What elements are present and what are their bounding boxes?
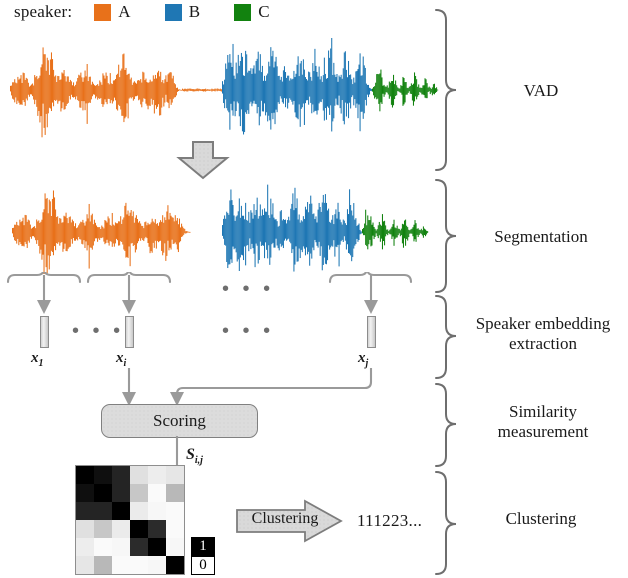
waveform-segment-c [362, 209, 429, 250]
legend-label-c: C [258, 2, 270, 21]
matrix-cell [112, 556, 130, 574]
legend-item-b: B [164, 2, 201, 22]
embedding-ellipsis-right: • • • [222, 320, 275, 342]
stage-label-segmentation: Segmentation [494, 227, 588, 246]
matrix-cell [112, 466, 130, 484]
scoring-label: Scoring [153, 411, 206, 430]
clustering-output-sequence: 111223... [357, 511, 423, 530]
legend-swatch-a [94, 3, 112, 21]
matrix-cell [76, 466, 94, 484]
waveform-segment-b [222, 38, 373, 135]
matrix-cell [166, 520, 184, 538]
matrix-cell [130, 502, 148, 520]
matrix-cell [76, 520, 94, 538]
matrix-cell [130, 556, 148, 574]
matrix-cell [130, 484, 148, 502]
waveform-raw [0, 38, 446, 142]
legend-item-a: A [94, 2, 131, 22]
waveform-segment-a [12, 190, 191, 275]
matrix-cell [94, 520, 112, 538]
colorbar-high: 1 [191, 537, 215, 556]
stage-label-similarity: Similarity measurement [458, 402, 628, 442]
legend-item-c: C [234, 2, 270, 22]
matrix-cell [76, 484, 94, 502]
embedding-ellipsis-left: • • • [72, 320, 125, 342]
matrix-cell [166, 484, 184, 502]
legend-swatch-c [234, 3, 252, 21]
waveform-segment-silence [182, 88, 223, 92]
waveform-segmented [0, 182, 446, 282]
matrix-cell [94, 538, 112, 556]
legend-swatch-b [164, 3, 182, 21]
clustering-arrow[interactable]: Clustering [235, 499, 343, 543]
matrix-cell [148, 520, 166, 538]
stage-label-similarity-line2: measurement [497, 422, 589, 442]
colorbar-key: 1 0 [191, 537, 215, 575]
legend-label-b: B [188, 2, 201, 21]
stage-label-similarity-line1: Similarity [509, 402, 577, 421]
matrix-cell [148, 484, 166, 502]
waveform-segment-a [10, 47, 183, 138]
matrix-cell [148, 466, 166, 484]
matrix-cell [166, 502, 184, 520]
matrix-cell [76, 538, 94, 556]
matrix-cell [130, 520, 148, 538]
matrix-cell [112, 484, 130, 502]
similarity-score-label: Si,j [186, 446, 203, 467]
colorbar-low: 0 [191, 556, 215, 575]
waveform-ellipsis: • • • [222, 278, 275, 300]
matrix-cell [130, 538, 148, 556]
legend-title: speaker: [14, 2, 73, 21]
matrix-cell [148, 502, 166, 520]
stage-label-vad: VAD [523, 81, 559, 100]
stage-label-embedding: Speaker embedding extraction [458, 314, 628, 354]
speaker-legend: speaker: A B C [14, 2, 270, 22]
scoring-box[interactable]: Scoring [101, 404, 258, 438]
matrix-cell [76, 556, 94, 574]
matrix-cell [76, 502, 94, 520]
matrix-cell [94, 466, 112, 484]
stage-label-embedding-line1: Speaker embedding [475, 314, 611, 333]
stage-label-clustering: Clustering [505, 509, 577, 528]
waveform-segment-b [222, 184, 363, 272]
matrix-cell [166, 538, 184, 556]
matrix-cell [112, 538, 130, 556]
matrix-cell [112, 502, 130, 520]
embedding-vector-j [367, 316, 376, 348]
matrix-cell [148, 538, 166, 556]
vad-down-arrow-icon [176, 141, 230, 180]
matrix-cell [112, 520, 130, 538]
clustering-arrow-label: Clustering [251, 510, 319, 527]
matrix-cell [94, 484, 112, 502]
stage-braces [435, 9, 457, 575]
matrix-cell [166, 556, 184, 574]
stage-label-embedding-line2: extraction [509, 334, 577, 354]
scoring-output-connector [170, 436, 184, 480]
matrix-cell [94, 502, 112, 520]
similarity-matrix-heatmap [75, 465, 185, 575]
matrix-cell [148, 556, 166, 574]
embedding-vector-i [125, 316, 134, 348]
matrix-cell [130, 466, 148, 484]
legend-label-a: A [118, 2, 131, 21]
embedding-to-scoring-connectors [122, 368, 373, 406]
matrix-cell [166, 466, 184, 484]
matrix-cell [94, 556, 112, 574]
embedding-vector-1 [40, 316, 49, 348]
